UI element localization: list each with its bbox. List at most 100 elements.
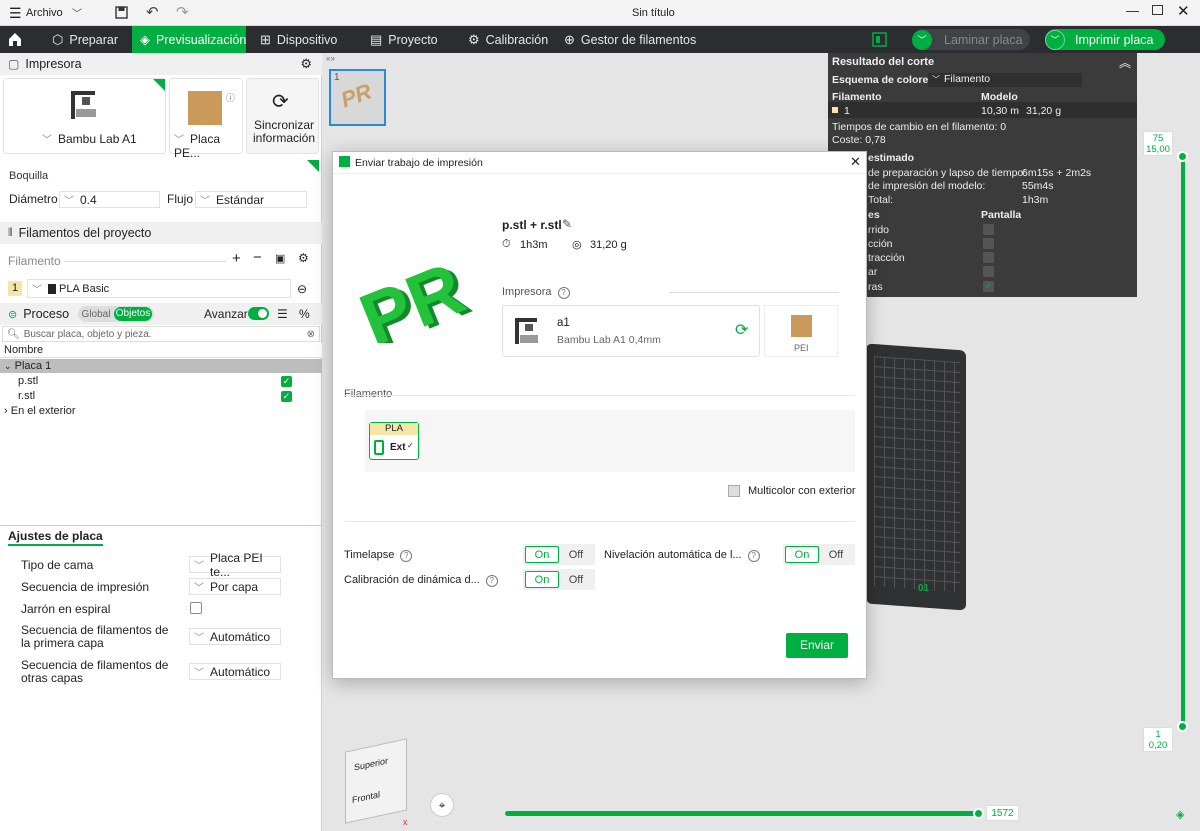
tree-row-exterior[interactable]: › En el exterior: [4, 405, 76, 417]
global-option[interactable]: Global: [78, 309, 114, 320]
printer-card[interactable]: ﹀ Bambu Lab A1: [3, 78, 166, 154]
display-checkbox[interactable]: [983, 266, 994, 277]
collapse-icon[interactable]: «»: [326, 54, 335, 63]
tab-proyecto[interactable]: ▤ Proyecto: [362, 26, 446, 53]
esquema-select[interactable]: ﹀ Filamento: [928, 73, 1082, 87]
help-icon[interactable]: ?: [557, 287, 570, 299]
info-icon[interactable]: ⓘ: [226, 91, 235, 104]
gear-icon[interactable]: ⚙: [298, 251, 309, 265]
refresh-icon[interactable]: ⟳: [735, 320, 748, 340]
chevron-down-icon: ﹀: [200, 196, 210, 207]
estimado-title: estimado: [868, 152, 915, 164]
filament-slot[interactable]: PLA Ext ✓: [369, 422, 419, 460]
help-icon[interactable]: ?: [400, 550, 413, 562]
tab-calibracion[interactable]: ⚙ Calibración: [460, 26, 556, 53]
undo-icon[interactable]: ↶: [146, 3, 159, 21]
monitor-icon[interactable]: [872, 32, 887, 47]
chevron-down-icon[interactable]: ﹀: [912, 29, 932, 50]
send-print-dialog: Enviar trabajo de impresión ✕ PR PR p.st…: [332, 151, 867, 679]
redo-icon[interactable]: ↷: [176, 3, 189, 21]
chevron-down-icon[interactable]: ﹀: [72, 5, 82, 20]
laminar-placa-button[interactable]: ﹀ Laminar placa: [912, 29, 1030, 50]
timelapse-toggle[interactable]: On Off: [523, 544, 595, 565]
plate-card[interactable]: ⓘ ﹀ Placa PE...: [169, 78, 243, 160]
tree-row-p-stl[interactable]: p.stl: [18, 375, 38, 387]
search-input[interactable]: Buscar placa, objeto y pieza.: [24, 329, 152, 340]
avanzar-toggle[interactable]: [248, 307, 269, 320]
tree-row-placa[interactable]: ⌄ Placa 1: [0, 359, 322, 373]
help-icon[interactable]: ?: [747, 550, 760, 562]
calibracion-toggle[interactable]: On Off: [523, 569, 595, 590]
project-icon: ▤: [370, 31, 383, 47]
maximize-button[interactable]: [1152, 5, 1163, 15]
hamburger-icon[interactable]: ☰: [9, 5, 22, 22]
move-slider-track[interactable]: [505, 811, 979, 816]
filament-sync-icon[interactable]: ▣: [275, 252, 285, 265]
display-checkbox-checked[interactable]: ✓: [983, 281, 994, 292]
secuencia-otras-capas-select[interactable]: ﹀ Automático: [189, 663, 281, 680]
archivo-menu[interactable]: Archivo: [26, 7, 63, 19]
nivelacion-toggle[interactable]: On Off: [783, 544, 855, 565]
jarron-espiral-checkbox[interactable]: [190, 602, 202, 614]
view-cube-top[interactable]: Superior: [354, 755, 388, 772]
flujo-select[interactable]: ﹀ Estándar: [195, 191, 307, 208]
gear-icon[interactable]: ⚙: [300, 56, 312, 72]
collapse-up-icon[interactable]: ︽: [1119, 54, 1131, 71]
add-icon[interactable]: +: [232, 250, 241, 267]
r-stl-checkbox[interactable]: ✓: [281, 391, 292, 402]
multicolor-checkbox[interactable]: [728, 485, 740, 497]
global-objetos-switch[interactable]: Global Objetos: [78, 306, 154, 322]
fit-view-icon[interactable]: ⌖: [430, 793, 454, 817]
percent-icon[interactable]: %: [299, 307, 310, 321]
display-checkbox[interactable]: [983, 252, 994, 263]
filament-select[interactable]: ﹀ PLA Basic: [27, 279, 291, 298]
display-checkbox[interactable]: [983, 238, 994, 249]
objetos-option[interactable]: Objetos: [114, 307, 152, 321]
job-time: 1h3m: [520, 239, 548, 251]
sync-card[interactable]: ⟳ Sincronizar información: [246, 78, 319, 154]
enviar-button[interactable]: Enviar: [786, 633, 848, 658]
remove-icon[interactable]: −: [253, 249, 262, 266]
divider: [0, 525, 322, 526]
printer-section-icon: ▢: [8, 57, 20, 71]
printer-select-card[interactable]: a1 Bambu Lab A1 0,4mm ⟳: [502, 305, 760, 357]
secuencia-impresion-select[interactable]: ﹀ Por capa: [189, 578, 281, 595]
app-logo-icon: [339, 156, 350, 167]
chevron-down-icon[interactable]: ✓: [407, 441, 414, 450]
divider: [345, 521, 855, 522]
layer-slider-top-handle[interactable]: [1177, 151, 1188, 162]
fil-weight: 31,20 g: [1026, 105, 1062, 117]
tab-previsualizacion[interactable]: ◈ Previsualización: [132, 26, 246, 53]
p-stl-checkbox[interactable]: ✓: [281, 376, 292, 387]
tab-gestor-filamentos[interactable]: ⊕ Gestor de filamentos: [556, 26, 704, 53]
tab-preparar[interactable]: ⬡ Preparar: [44, 26, 126, 53]
move-slider-handle[interactable]: [973, 808, 984, 819]
window-title: Sin título: [632, 7, 675, 19]
diametro-select[interactable]: ﹀ 0.4: [59, 191, 160, 208]
tipo-cama-select[interactable]: ﹀ Placa PEI te...: [189, 551, 281, 579]
tab-dispositivo[interactable]: ⊞ Dispositivo: [252, 26, 345, 53]
view-cube[interactable]: Superior Frontal: [345, 738, 407, 824]
list-icon[interactable]: ☰: [277, 307, 288, 321]
dialog-close-button[interactable]: ✕: [850, 154, 861, 170]
display-checkbox[interactable]: [983, 224, 994, 235]
layer-slider-track[interactable]: [1181, 155, 1185, 726]
plate-thumbnail[interactable]: 1 PR: [329, 69, 386, 126]
layers-icon[interactable]: ◈: [1176, 808, 1184, 821]
imprimir-placa-button[interactable]: ﹀ Imprimir placa: [1045, 29, 1165, 50]
clear-icon[interactable]: ⊗: [307, 329, 315, 340]
secuencia-primera-capa-select[interactable]: ﹀ Automático: [189, 628, 281, 645]
chevron-down-icon[interactable]: ﹀: [1045, 29, 1065, 50]
save-icon[interactable]: [115, 6, 128, 19]
edit-icon[interactable]: ✎: [562, 217, 572, 231]
help-icon[interactable]: ?: [485, 575, 498, 587]
minimize-button[interactable]: —: [1126, 3, 1139, 18]
view-cube-front[interactable]: Frontal: [352, 789, 380, 805]
layer-slider-bottom-handle[interactable]: [1177, 721, 1188, 732]
model-preview: PR PR: [355, 248, 480, 343]
home-icon[interactable]: [7, 31, 23, 47]
close-window-button[interactable]: ✕: [1177, 2, 1190, 20]
more-options-icon[interactable]: ⊖: [297, 282, 307, 296]
tree-row-r-stl[interactable]: r.stl: [18, 390, 35, 402]
search-bar[interactable]: 🔍︎ Buscar placa, objeto y pieza. ⊗: [2, 326, 320, 342]
